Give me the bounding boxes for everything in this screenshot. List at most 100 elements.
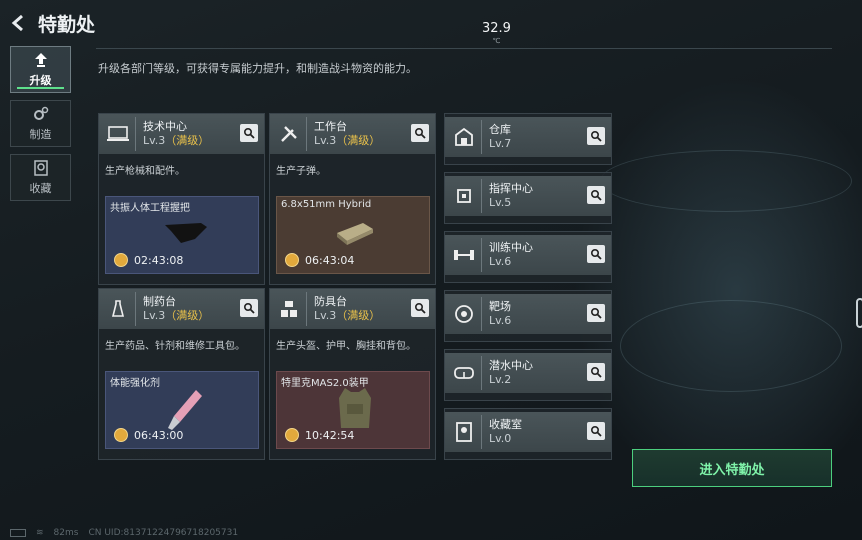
search-icon[interactable] xyxy=(240,299,258,317)
department-desc: 生产药品、针剂和维修工具包。 xyxy=(105,341,245,352)
side-panel-handle[interactable] xyxy=(856,298,862,328)
upgrade-icon xyxy=(34,52,47,67)
search-icon[interactable] xyxy=(411,124,429,142)
department-name: 工作台 xyxy=(314,120,347,133)
hologram-ring xyxy=(620,300,842,392)
ammo-box-image xyxy=(337,223,373,245)
gears-icon xyxy=(33,106,48,120)
status-footer: ≋ 82ms CN UID:813712247967182057​31 xyxy=(10,528,238,538)
sidebar-tab-craft[interactable]: 制造 xyxy=(10,100,71,147)
facility-card-shooting-range[interactable]: 靶场 Lv.6 xyxy=(444,290,612,342)
item-name: 6.8x51mm Hybrid xyxy=(281,199,372,210)
facility-name: 潜水中心 xyxy=(489,359,533,372)
pharmacy-icon xyxy=(101,292,136,326)
search-icon[interactable] xyxy=(411,299,429,317)
facility-level: Lv.0 xyxy=(489,432,512,445)
department-level: Lv.3 xyxy=(143,309,166,322)
department-card-workbench[interactable]: 工作台 Lv.3（满级） 生产子弹。 6.8x51mm Hybrid 06:43:… xyxy=(269,113,436,285)
facility-name: 仓库 xyxy=(489,123,511,136)
facility-card-collection-room[interactable]: 收藏室 Lv.0 xyxy=(444,408,612,460)
department-desc: 生产枪械和配件。 xyxy=(105,166,185,177)
production-slot[interactable]: 体能强化剂 06:43:00 xyxy=(105,371,259,449)
department-name: 防具台 xyxy=(314,295,347,308)
facility-level: Lv.5 xyxy=(489,196,512,209)
department-name: 技术中心 xyxy=(143,120,187,133)
department-name: 制药台 xyxy=(143,295,176,308)
back-arrow-icon[interactable] xyxy=(10,14,28,32)
search-icon[interactable] xyxy=(587,186,605,204)
user-uid: CN UID:813712247967182057​31 xyxy=(88,528,239,538)
department-level: Lv.3 xyxy=(314,134,337,147)
production-timer: 10:42:54 xyxy=(305,428,355,442)
sidebar-tab-collection[interactable]: 收藏 xyxy=(10,154,71,201)
page-title: 特勤处 xyxy=(38,13,96,36)
department-card-pharmacy[interactable]: 制药台 Lv.3（满级） 生产药品、针剂和维修工具包。 体能强化剂 06:43:0… xyxy=(98,288,265,460)
department-desc: 生产子弹。 xyxy=(276,166,326,177)
production-slot[interactable]: 6.8x51mm Hybrid 06:43:04 xyxy=(276,196,430,274)
hologram-ring xyxy=(600,150,852,212)
ping-readout: 82ms xyxy=(53,528,79,538)
max-level-label: （满级） xyxy=(336,134,381,147)
divider xyxy=(96,48,832,49)
workbench-icon xyxy=(272,117,307,151)
department-card-tech-center[interactable]: 技术中心 Lv.3（满级） 生产枪械和配件。 共振人体工程握把 02:43:08 xyxy=(98,113,265,285)
department-level: Lv.3 xyxy=(314,309,337,322)
production-slot[interactable]: 共振人体工程握把 02:43:08 xyxy=(105,196,259,274)
temperature-readout: 32.9 ℃ xyxy=(482,22,511,48)
max-level-label: （满级） xyxy=(336,309,381,322)
warehouse-icon xyxy=(447,120,482,154)
collection-room-icon xyxy=(447,415,482,449)
production-timer: 02:43:08 xyxy=(134,253,184,267)
department-desc: 生产头盔、护甲、胸挂和背包。 xyxy=(276,341,416,352)
item-name: 共振人体工程握把 xyxy=(110,203,190,214)
facility-card-warehouse[interactable]: 仓库 Lv.7 xyxy=(444,113,612,165)
search-icon[interactable] xyxy=(240,124,258,142)
search-icon[interactable] xyxy=(587,363,605,381)
facility-name: 收藏室 xyxy=(489,418,522,431)
header: 特勤处 xyxy=(10,8,95,38)
department-level: Lv.3 xyxy=(143,134,166,147)
page-description: 升级各部门等级，可获得专属能力提升，和制造战斗物资的能力。 xyxy=(98,62,417,75)
max-level-label: （满级） xyxy=(165,309,210,322)
facility-level: Lv.7 xyxy=(489,137,512,150)
active-indicator xyxy=(17,87,64,89)
diving-mask-icon xyxy=(447,356,482,390)
max-level-label: （满级） xyxy=(165,134,210,147)
timer-icon xyxy=(114,253,128,267)
facility-card-diving-center[interactable]: 潜水中心 Lv.2 xyxy=(444,349,612,401)
facility-name: 指挥中心 xyxy=(489,182,533,195)
production-slot[interactable]: 特里克MAS2.0装甲 10:42:54 xyxy=(276,371,430,449)
temperature-value: 32.9 xyxy=(482,21,511,36)
facility-name: 靶场 xyxy=(489,300,511,313)
facility-card-command-center[interactable]: 指挥中心 Lv.5 xyxy=(444,172,612,224)
dumbbell-icon xyxy=(447,238,482,272)
production-timer: 06:43:04 xyxy=(305,253,355,267)
facility-name: 训练中心 xyxy=(489,241,533,254)
temperature-unit: ℃ xyxy=(492,37,501,45)
production-timer: 06:43:00 xyxy=(134,428,184,442)
timer-icon xyxy=(285,428,299,442)
facility-level: Lv.6 xyxy=(489,314,512,327)
wifi-icon: ≋ xyxy=(36,528,44,538)
collection-icon xyxy=(33,159,48,176)
search-icon[interactable] xyxy=(587,304,605,322)
sidebar-tab-upgrade[interactable]: 升级 xyxy=(10,46,71,93)
search-icon[interactable] xyxy=(587,422,605,440)
grip-item-image xyxy=(165,223,207,243)
facility-card-training-center[interactable]: 训练中心 Lv.6 xyxy=(444,231,612,283)
tech-center-icon xyxy=(101,117,136,151)
timer-icon xyxy=(114,428,128,442)
sidebar-tab-label: 收藏 xyxy=(29,181,52,195)
target-icon xyxy=(447,297,482,331)
sidebar-tab-label: 升级 xyxy=(29,73,52,87)
battery-icon xyxy=(10,529,26,537)
armor-vest-image xyxy=(339,388,371,428)
armor-bench-icon xyxy=(272,292,307,326)
facility-level: Lv.2 xyxy=(489,373,512,386)
search-icon[interactable] xyxy=(587,245,605,263)
enter-special-ops-button[interactable]: 进入特勤处 xyxy=(632,449,832,487)
facility-level: Lv.6 xyxy=(489,255,512,268)
search-icon[interactable] xyxy=(587,127,605,145)
department-card-armor-bench[interactable]: 防具台 Lv.3（满级） 生产头盔、护甲、胸挂和背包。 特里克MAS2.0装甲 1… xyxy=(269,288,436,460)
command-chip-icon xyxy=(447,179,482,213)
